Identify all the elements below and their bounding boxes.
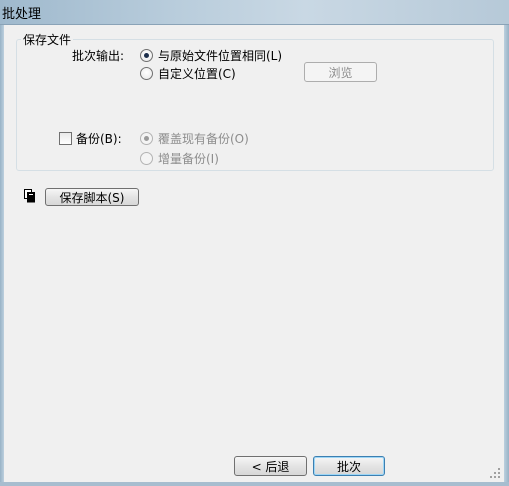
- save-file-legend: 保存文件: [21, 31, 74, 48]
- window-frame-right: [504, 25, 509, 486]
- dialog-client-area: 保存文件 批次输出: 与原始文件位置相同(L) 自定义位置(C) 浏览 备份(B…: [4, 25, 504, 482]
- copy-document-icon: [24, 189, 35, 203]
- custom-location-radio[interactable]: [140, 67, 153, 80]
- same-location-radio[interactable]: [140, 49, 153, 62]
- window-title: 批处理: [2, 7, 42, 22]
- backup-label[interactable]: 备份(B):: [76, 130, 122, 147]
- batch-output-label: 批次输出:: [72, 49, 125, 63]
- same-location-label[interactable]: 与原始文件位置相同(L): [158, 47, 282, 64]
- back-button[interactable]: < 后退: [234, 456, 307, 476]
- overwrite-backup-label[interactable]: 覆盖现有备份(O): [158, 130, 249, 147]
- browse-button[interactable]: 浏览: [304, 62, 377, 82]
- overwrite-backup-radio[interactable]: [140, 132, 153, 145]
- backup-checkbox[interactable]: [59, 132, 72, 145]
- batch-button[interactable]: 批次: [313, 456, 385, 476]
- custom-location-label[interactable]: 自定义位置(C): [158, 65, 236, 82]
- resize-grip-icon[interactable]: [490, 468, 500, 478]
- incremental-backup-radio[interactable]: [140, 152, 153, 165]
- save-script-button[interactable]: 保存脚本(S): [45, 188, 139, 206]
- title-bar[interactable]: 批处理: [0, 0, 509, 25]
- incremental-backup-label[interactable]: 增量备份(I): [158, 150, 219, 167]
- window-frame-bottom: [0, 482, 509, 486]
